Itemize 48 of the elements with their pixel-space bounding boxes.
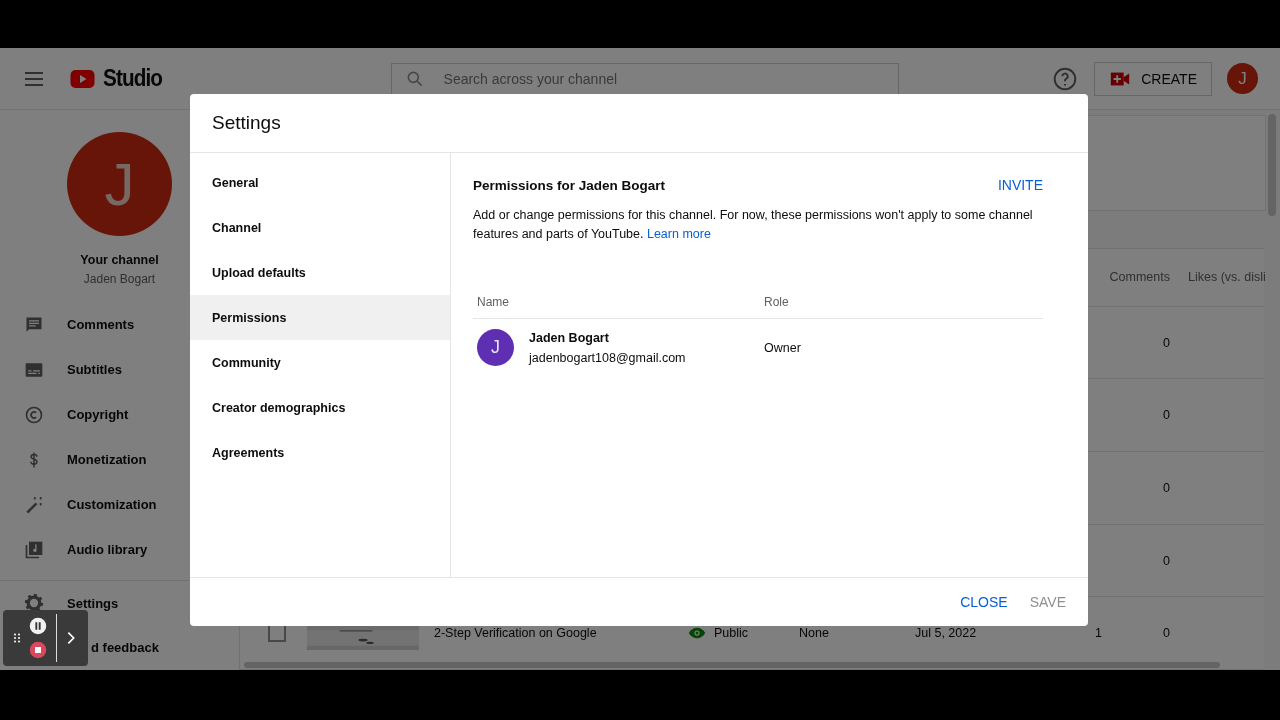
channel-name: Jaden Bogart	[83, 272, 156, 286]
member-email: jadenbogart108@gmail.com	[529, 350, 686, 365]
invite-button[interactable]: INVITE	[997, 177, 1043, 193]
search-field[interactable]: Search across your channel	[390, 62, 899, 95]
member-role: Owner	[764, 340, 802, 355]
table-cell: 0	[1163, 408, 1170, 423]
channel-label: Your channel	[80, 253, 159, 267]
settings-tab[interactable]: Permissions	[190, 295, 450, 340]
column-header: Role	[764, 295, 790, 309]
gear-icon	[24, 593, 44, 613]
column-header: Comments	[1108, 270, 1170, 285]
settings-tab[interactable]: Creator demographics	[190, 385, 450, 430]
visibility-text: Public	[714, 626, 749, 641]
pause-icon[interactable]	[29, 617, 47, 635]
section-title: Permissions for Jaden Bogart	[473, 177, 666, 193]
settings-tab[interactable]: Agreements	[190, 430, 450, 475]
table-cell: 0	[1163, 626, 1170, 641]
copyright-icon	[24, 404, 44, 425]
sidebar-item[interactable]: Audio library	[0, 527, 239, 572]
table-cell-text: 1	[1094, 626, 1102, 641]
settings-tab[interactable]: General	[190, 160, 450, 205]
scrollbar-thumb[interactable]	[244, 662, 1220, 668]
table-cell-text: Jul 5, 2022	[914, 626, 978, 641]
dialog-title: Settings	[212, 112, 281, 134]
description-text: Add or change permissions for this channel. For now, these permissions won't apply to some channel features and parts of YouTube. Learn more	[473, 207, 1034, 243]
create-button[interactable]: CREATE	[1094, 61, 1212, 96]
member-name: Jaden Bogart	[529, 330, 610, 345]
magic-wand-icon	[24, 494, 44, 515]
column-header: Name	[477, 295, 510, 309]
column-header: Likes (vs. disli	[1187, 270, 1264, 285]
scrollbar-thumb[interactable]	[1268, 114, 1276, 216]
member-avatar: J	[477, 329, 514, 366]
learn-more-link[interactable]: Learn more	[646, 227, 711, 241]
table-cell: 0	[1163, 553, 1170, 568]
help-icon[interactable]	[1052, 65, 1079, 92]
video-title[interactable]: 2-Step Verification on Google	[426, 626, 680, 641]
settings-tab[interactable]: Channel	[190, 205, 450, 250]
table-cell-text: None	[798, 626, 830, 641]
table-cell: 0	[1163, 480, 1170, 495]
sidebar-item[interactable]: Customization	[0, 482, 239, 527]
settings-tab[interactable]: Community	[190, 340, 450, 385]
avatar[interactable]: J	[1227, 63, 1258, 94]
stop-icon[interactable]	[29, 641, 47, 659]
close-button[interactable]: CLOSE	[960, 594, 1008, 610]
settings-tab[interactable]: Upload defaults	[190, 250, 450, 295]
music-library-icon	[24, 539, 44, 560]
table-cell: 0	[1163, 335, 1170, 350]
logo-text[interactable]: Studio	[103, 65, 162, 92]
